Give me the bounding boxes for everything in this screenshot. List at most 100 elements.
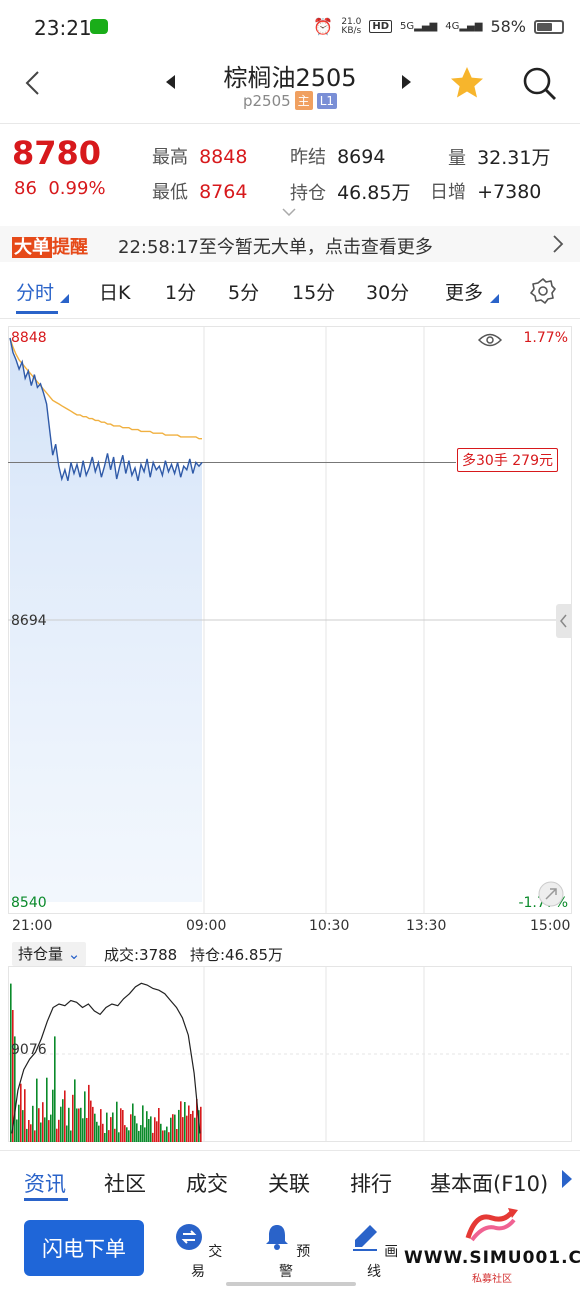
volume-bar (62, 1099, 64, 1142)
expand-chevron-icon[interactable] (282, 208, 296, 216)
time-label-3: 13:30 (406, 918, 447, 934)
volume-bar (132, 1103, 134, 1142)
chevron-down-icon: ⌄ (67, 945, 81, 963)
tab-5min[interactable]: 5分 (228, 278, 259, 305)
home-indicator[interactable] (226, 1282, 356, 1286)
next-contract-button[interactable] (402, 75, 411, 89)
tab-ranking[interactable]: 排行 (350, 1168, 392, 1198)
indicator-selector[interactable]: 持仓量 ⌄ (12, 942, 87, 966)
volume-bar (36, 1078, 38, 1142)
volume-bar (22, 1110, 24, 1142)
contract-subtitle: p2505 主 L1 (200, 91, 380, 110)
tab-fundamentals[interactable]: 基本面(F10) (430, 1168, 548, 1198)
volume-bar (188, 1105, 190, 1142)
tab-1min[interactable]: 1分 (165, 278, 196, 305)
tab-30min[interactable]: 30分 (366, 278, 409, 305)
net1-label: 5G (400, 21, 415, 32)
volume-bar (120, 1108, 122, 1142)
volume-bar (194, 1117, 196, 1142)
volume-bar (72, 1094, 74, 1142)
volume-bar (10, 983, 12, 1142)
period-tabs: 分时 日K 1分 5分 15分 30分 更多 (0, 272, 580, 312)
nav-alert[interactable]: 预警 (256, 1222, 316, 1281)
volume-bar (128, 1130, 130, 1142)
intraday-chart[interactable]: 8848 8694 8540 1.77% -1.77% 多30手 279元 (8, 326, 572, 914)
tab-news[interactable]: 资讯 (24, 1168, 66, 1198)
volume-bar (82, 1118, 84, 1142)
prev-contract-button[interactable] (166, 75, 175, 89)
volume-bar (178, 1109, 180, 1142)
active-tab-underline (16, 311, 58, 314)
volume-bar (154, 1117, 156, 1142)
volume-bar (66, 1125, 68, 1142)
volume-bar (150, 1116, 152, 1142)
search-icon[interactable] (520, 64, 558, 102)
tabs-scroll-right-icon[interactable] (562, 1170, 572, 1188)
time-label-4: 15:00 (530, 918, 571, 934)
back-arrow-icon[interactable] (22, 70, 44, 96)
volume-bar (186, 1115, 188, 1142)
volume-bar (148, 1119, 150, 1142)
intraday-dropdown-icon (60, 294, 69, 303)
header-divider (0, 123, 580, 124)
volume-bar (20, 1083, 22, 1142)
info-tab-underline (24, 1198, 68, 1201)
tab-intraday[interactable]: 分时 (16, 278, 54, 305)
gear-icon[interactable] (530, 278, 556, 304)
tab-15min[interactable]: 15分 (292, 278, 335, 305)
speed-unit: KB/s (341, 25, 362, 36)
tab-community[interactable]: 社区 (104, 1168, 146, 1198)
volume-bar (38, 1108, 40, 1142)
battery-percent: 58% (490, 17, 526, 36)
more-dropdown-icon (490, 294, 499, 303)
side-panel-handle[interactable] (556, 604, 572, 638)
tab-daily-k[interactable]: 日K (99, 278, 130, 305)
volume-bar (162, 1130, 164, 1142)
signal-4g-icon: 4G▂▄▆ (445, 21, 483, 32)
tab-trades[interactable]: 成交 (186, 1168, 228, 1198)
eye-icon[interactable] (478, 332, 502, 348)
volume-bar (118, 1132, 120, 1142)
volume-bar (24, 1089, 26, 1142)
high-label: 最高 (152, 147, 188, 168)
nav-trade[interactable]: 交易 (168, 1222, 228, 1281)
battery-fill (537, 22, 553, 31)
open-interest-sub-value: 持仓:46.85万 (190, 946, 283, 964)
intraday-chart-svg (8, 326, 572, 914)
volume-bar (182, 1117, 184, 1142)
volume-bar (140, 1125, 142, 1142)
chevron-right-icon[interactable] (552, 234, 564, 254)
contract-title: 棕榈油2505 (223, 64, 357, 92)
trade-icon (175, 1224, 202, 1250)
volume-chart[interactable]: 9076 (8, 966, 572, 1142)
prev-settle-label: 昨结 (290, 147, 326, 168)
volume-bar (146, 1111, 148, 1142)
daily-increase-label: 日增 (430, 182, 466, 203)
volume-bar (88, 1084, 90, 1142)
volume-bar (124, 1125, 126, 1142)
nav-draw[interactable]: 画线 (344, 1222, 404, 1281)
prev-settle-row: 昨结 8694 (290, 143, 385, 169)
volume-bar (190, 1114, 192, 1142)
volume-bar (84, 1091, 86, 1142)
high-value: 8848 (199, 146, 248, 168)
big-order-text: 22:58:17至今暂无大单，点击查看更多 (118, 237, 433, 258)
tab-more[interactable]: 更多 (445, 278, 483, 305)
chart-expand-icon[interactable] (538, 881, 564, 907)
low-row: 最低 8764 (152, 178, 247, 204)
favorite-star-icon[interactable] (448, 64, 486, 102)
change-value: 86 (14, 178, 37, 199)
tab-related[interactable]: 关联 (268, 1168, 310, 1198)
order-marker-label[interactable]: 多30手 279元 (457, 448, 558, 472)
volume-bar (152, 1132, 154, 1142)
volume-bar (172, 1114, 174, 1142)
volume-bar (48, 1120, 50, 1142)
change-percent: 0.99% (48, 178, 106, 199)
flash-order-button[interactable]: 闪电下单 (24, 1220, 144, 1276)
pct-label-top: 1.77% (523, 330, 568, 346)
low-value: 8764 (199, 181, 248, 203)
volume-bar (32, 1105, 34, 1142)
level-tag: L1 (316, 92, 338, 109)
signal-5g-icon: 5G▂▄▆ (400, 21, 438, 32)
watermark-logo-icon (465, 1208, 518, 1242)
